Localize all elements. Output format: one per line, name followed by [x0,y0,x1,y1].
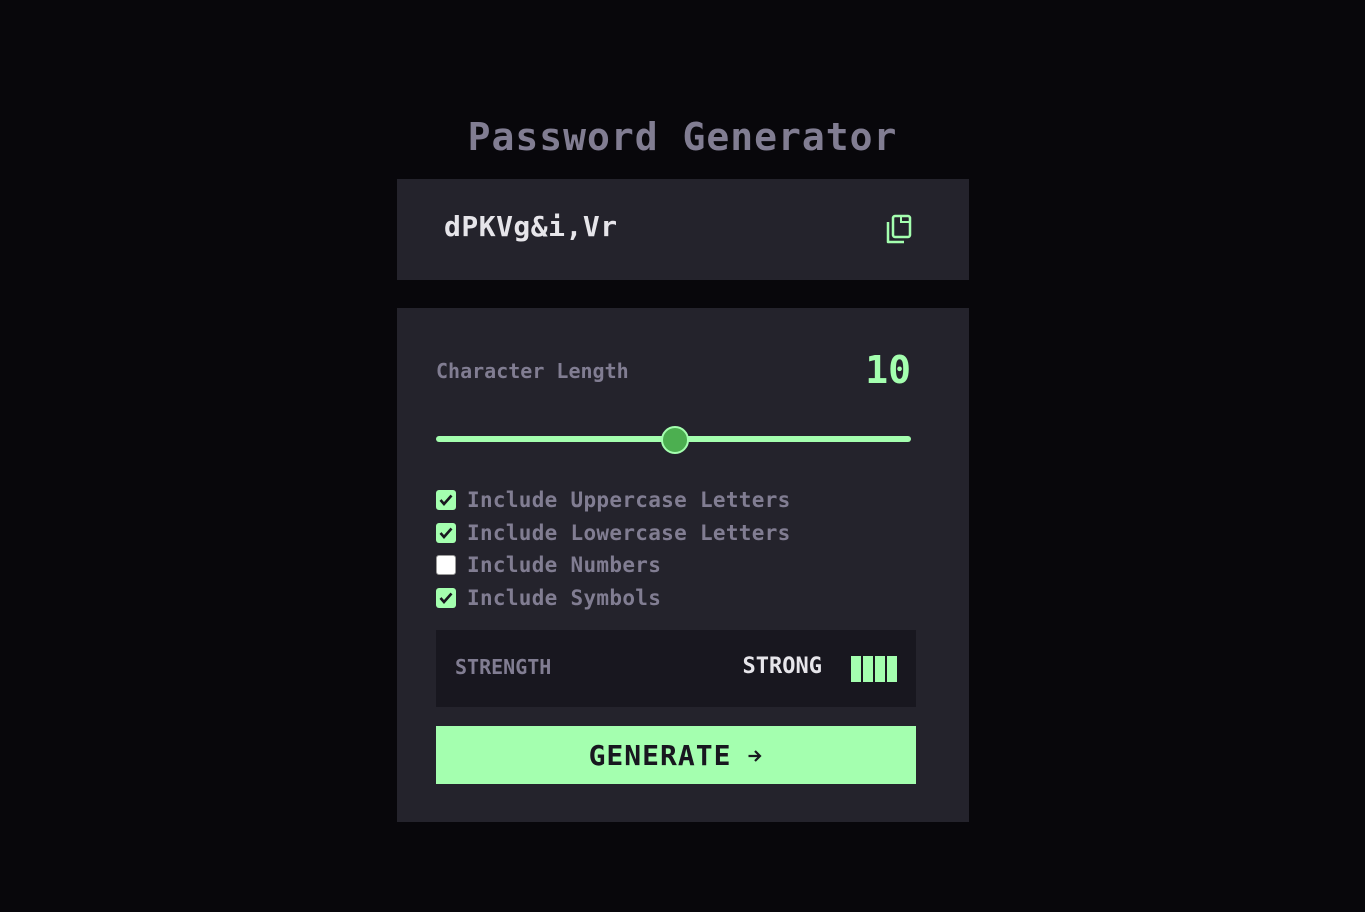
arrow-right-icon [748,750,762,762]
strength-meter: STRENGTH STRONG [436,630,916,707]
copy-icon[interactable] [883,213,915,245]
option-lowercase[interactable]: Include Lowercase Letters [436,517,791,550]
strength-label: STRENGTH [455,655,552,679]
password-text[interactable]: dPKVg&i,Vr [444,210,618,243]
option-numbers[interactable]: Include Numbers [436,549,791,582]
uppercase-label: Include Uppercase Letters [467,488,791,513]
numbers-checkbox[interactable] [436,555,456,576]
lowercase-checkbox[interactable] [436,522,456,543]
symbols-checkbox[interactable] [436,587,456,608]
check-icon [439,494,453,507]
uppercase-checkbox[interactable] [436,490,456,511]
generate-button[interactable]: GENERATE [436,726,916,784]
option-symbols[interactable]: Include Symbols [436,582,791,615]
strength-bar [875,656,885,682]
page-title: Password Generator [467,115,898,160]
strength-value: STRONG [742,654,822,679]
generate-label: GENERATE [588,738,732,772]
slider-thumb[interactable] [660,426,689,454]
strength-bar [863,656,873,682]
lowercase-label: Include Lowercase Letters [467,520,791,545]
numbers-label: Include Numbers [467,553,662,578]
strength-bar [851,656,861,682]
strength-bars [851,656,897,682]
symbols-label: Include Symbols [467,585,662,610]
strength-bar [887,656,897,682]
options-list: Include Uppercase Letters Include Lowerc… [436,484,791,614]
character-length-value: 10 [865,348,911,392]
check-icon [439,527,453,539]
check-icon [439,592,453,604]
option-uppercase[interactable]: Include Uppercase Letters [436,484,791,517]
password-display: dPKVg&i,Vr [397,179,969,280]
character-length-label: Character Length [436,359,629,383]
length-slider[interactable] [436,424,911,454]
options-panel: Character Length 10 Include Uppercase Le… [397,308,969,822]
